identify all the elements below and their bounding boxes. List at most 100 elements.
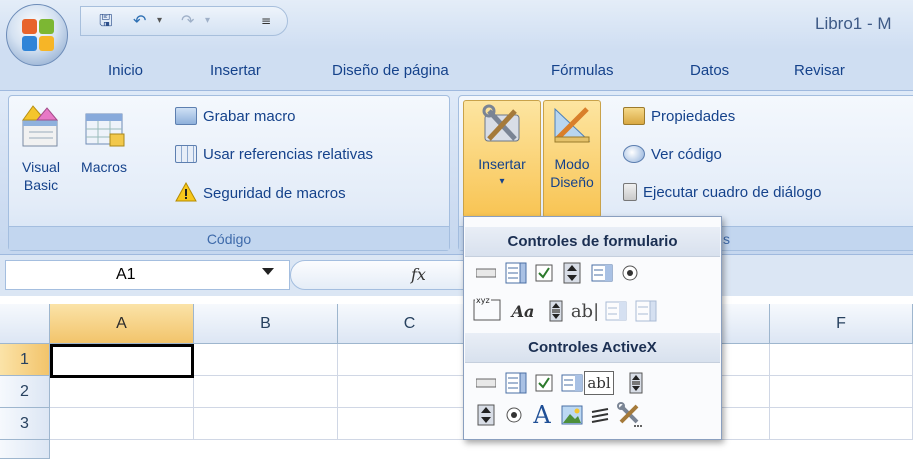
form-scroll-bar-icon[interactable]: [544, 299, 568, 323]
visual-basic-button[interactable]: Visual Basic: [13, 104, 69, 222]
grabar-macro-button[interactable]: Grabar macro: [175, 106, 296, 128]
tab-insertar[interactable]: Insertar: [210, 62, 261, 79]
activex-controls-header: Controles ActiveX: [465, 333, 720, 363]
active-cell-a1[interactable]: [50, 344, 194, 378]
name-box[interactable]: A1: [5, 260, 290, 290]
insert-function-icon[interactable]: fx: [411, 265, 426, 284]
insert-controls-menu: Controles de formulario xyz Aa ab| Contr…: [463, 216, 722, 440]
form-list-box-icon[interactable]: [590, 261, 614, 285]
cell-b3[interactable]: [194, 408, 338, 440]
form-combo-box-icon[interactable]: [504, 261, 528, 285]
undo-icon[interactable]: ↶: [133, 11, 146, 31]
cell-f3[interactable]: [770, 408, 913, 440]
activex-option-button-icon[interactable]: [502, 403, 526, 427]
relative-references-icon: [175, 145, 197, 163]
ribbon: Visual Basic Macros Grabar macro Usar re…: [0, 90, 913, 254]
tab-formulas[interactable]: Fórmulas: [551, 62, 614, 79]
save-icon[interactable]: 🖫: [99, 11, 113, 31]
visual-basic-label-1: Visual: [22, 159, 60, 175]
seguridad-de-macros-button[interactable]: Seguridad de macros: [175, 181, 346, 204]
form-check-box-icon[interactable]: [532, 261, 556, 285]
cell-c3[interactable]: [338, 408, 482, 440]
cell-c1[interactable]: [338, 344, 482, 376]
insertar-control-button[interactable]: Insertar ▾: [463, 100, 541, 218]
redo-dropdown-icon[interactable]: ▾: [205, 11, 210, 31]
quick-access-toolbar: 🖫 ↶ ▾ ↷ ▾ ≡: [80, 6, 288, 36]
properties-icon: [623, 107, 645, 125]
cell-a3[interactable]: [50, 408, 194, 440]
column-header-c[interactable]: C: [338, 304, 482, 344]
view-code-icon: [623, 145, 645, 163]
activex-toggle-button-icon[interactable]: [588, 403, 612, 427]
activex-command-button-icon[interactable]: [474, 371, 498, 395]
insertar-label: Insertar: [478, 156, 526, 172]
column-header-f[interactable]: F: [770, 304, 913, 344]
cell-f1[interactable]: [770, 344, 913, 376]
tab-inicio[interactable]: Inicio: [108, 62, 143, 79]
group-box-glyph: xyz: [476, 296, 490, 305]
activex-text-box-icon[interactable]: abl: [584, 371, 614, 395]
form-option-button-icon[interactable]: [618, 261, 642, 285]
macros-label: Macros: [81, 159, 127, 175]
ver-codigo-button[interactable]: Ver código: [623, 144, 722, 166]
activex-image-icon[interactable]: [560, 403, 584, 427]
activex-check-box-icon[interactable]: [532, 371, 556, 395]
run-dialog-icon: [623, 183, 637, 201]
row-header-3[interactable]: 3: [0, 408, 50, 440]
undo-dropdown-icon[interactable]: ▾: [157, 11, 162, 31]
propiedades-button[interactable]: Propiedades: [623, 106, 735, 128]
window-title: Libro1 - M: [815, 14, 892, 33]
activex-list-box-icon[interactable]: [560, 371, 584, 395]
cell-a2[interactable]: [50, 376, 194, 408]
grabar-macro-label: Grabar macro: [203, 108, 296, 125]
cell-b2[interactable]: [194, 376, 338, 408]
activex-more-controls-icon[interactable]: [616, 401, 644, 429]
office-button[interactable]: [6, 4, 68, 66]
modo-diseno-label-1: Modo: [554, 156, 590, 172]
customize-qat-icon[interactable]: ≡: [261, 11, 271, 31]
propiedades-label: Propiedades: [651, 108, 736, 125]
activex-combo-box-icon[interactable]: [504, 371, 528, 395]
worksheet-grid: A B C D E F 1 2 3: [0, 296, 913, 459]
tab-diseno-de-pagina[interactable]: Diseño de página: [332, 62, 449, 79]
macros-button[interactable]: Macros: [73, 104, 135, 222]
activex-scroll-bar-icon[interactable]: [624, 371, 648, 395]
group-codigo: Visual Basic Macros Grabar macro Usar re…: [8, 95, 450, 251]
design-mode-icon: [554, 107, 591, 143]
cell-c2[interactable]: [338, 376, 482, 408]
ejecutar-label: Ejecutar cuadro de diálogo: [643, 184, 822, 201]
ver-codigo-label: Ver código: [651, 146, 722, 163]
usar-referencias-label: Usar referencias relativas: [203, 146, 374, 163]
visual-basic-label-2: Basic: [23, 177, 59, 193]
form-label-icon[interactable]: Aa: [508, 299, 538, 323]
tab-revisar[interactable]: Revisar: [794, 62, 845, 79]
name-box-dropdown-icon[interactable]: [262, 268, 274, 275]
column-header-a[interactable]: A: [50, 304, 194, 344]
macros-icon: [85, 113, 125, 147]
tab-datos[interactable]: Datos: [690, 62, 729, 79]
usar-referencias-relativas-button[interactable]: Usar referencias relativas: [175, 144, 373, 166]
ejecutar-cuadro-button[interactable]: Ejecutar cuadro de diálogo: [623, 182, 821, 204]
row-header-4[interactable]: [0, 440, 50, 459]
column-header-b[interactable]: B: [194, 304, 338, 344]
form-text-field-icon[interactable]: ab|: [568, 299, 602, 323]
form-combo-drop-down-edit-icon[interactable]: [634, 299, 658, 323]
cell-f2[interactable]: [770, 376, 913, 408]
activex-spin-button-icon[interactable]: [474, 403, 498, 427]
office-logo-icon: [22, 19, 54, 51]
ribbon-tabs: Inicio Insertar Diseño de página Fórmula…: [0, 50, 913, 90]
formula-bar-expander[interactable]: [290, 260, 470, 290]
activex-label-icon[interactable]: A: [528, 401, 556, 429]
cell-b1[interactable]: [194, 344, 338, 376]
modo-diseno-button[interactable]: Modo Diseño: [543, 100, 601, 218]
warning-icon: [175, 181, 197, 202]
row-header-2[interactable]: 2: [0, 376, 50, 408]
insert-tools-icon: [482, 104, 520, 142]
form-spin-button-icon[interactable]: [560, 261, 584, 285]
redo-icon[interactable]: ↷: [181, 11, 194, 31]
form-combo-list-edit-icon[interactable]: [604, 299, 628, 323]
row-header-1[interactable]: 1: [0, 344, 50, 376]
form-group-box-icon[interactable]: xyz: [472, 293, 502, 323]
form-button-icon[interactable]: [474, 261, 498, 285]
select-all-corner[interactable]: [0, 304, 50, 344]
